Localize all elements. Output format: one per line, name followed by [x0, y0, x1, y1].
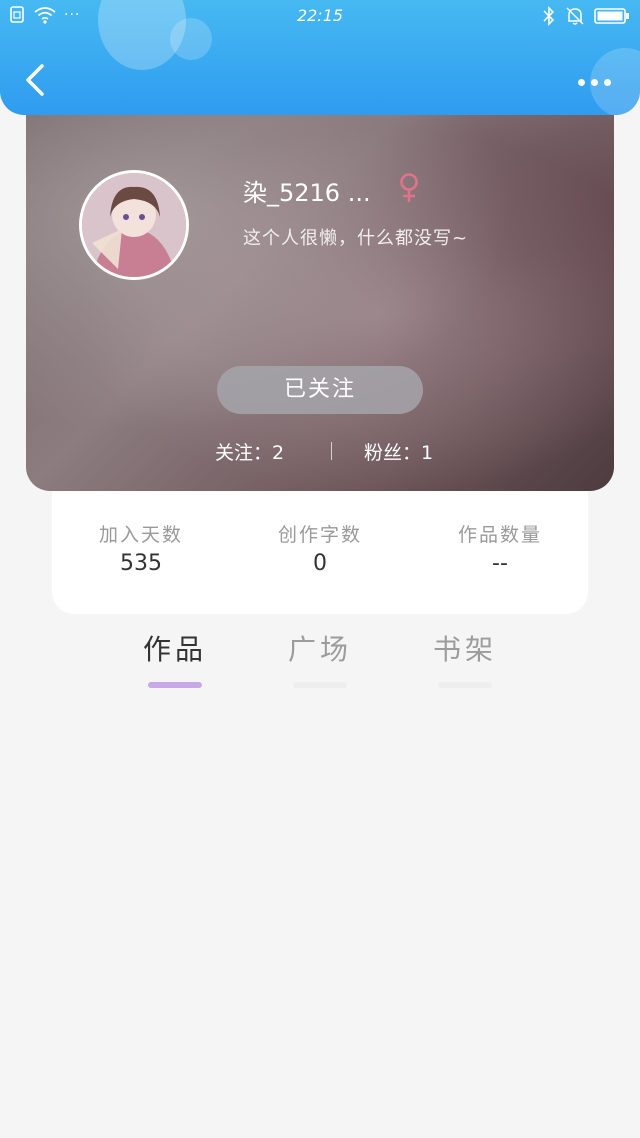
header-bar: ··· 22:15 — [0, 0, 640, 115]
stat-join-days: 加入天数 535 — [66, 520, 216, 576]
stat-label: 创作字数 — [277, 524, 362, 546]
following-count[interactable]: 关注：2 — [215, 438, 284, 465]
avatar[interactable] — [79, 170, 189, 280]
stat-value: 535 — [120, 551, 162, 576]
tab-label: 书架 — [432, 633, 497, 666]
more-options-button[interactable] — [578, 72, 614, 92]
stat-label: 作品数量 — [457, 524, 542, 546]
status-bar: ··· 22:15 — [0, 0, 640, 34]
stat-word-count: 创作字数 0 — [245, 520, 395, 576]
tab-square[interactable]: 广场 — [270, 628, 370, 688]
tab-indicator — [148, 682, 202, 688]
count-divider — [331, 442, 332, 460]
fans-count[interactable]: 粉丝：1 — [364, 438, 433, 465]
stat-value: 0 — [313, 551, 327, 576]
bluetooth-icon — [543, 6, 555, 26]
tab-works[interactable]: 作品 — [125, 628, 225, 688]
female-gender-icon — [400, 173, 418, 202]
user-bio: 这个人很懒，什么都没写~ — [243, 228, 469, 249]
avatar-image-icon — [82, 173, 186, 277]
tab-label: 作品 — [142, 633, 207, 666]
back-button[interactable] — [18, 60, 54, 100]
follow-button[interactable]: 已关注 — [217, 366, 423, 414]
bell-muted-icon — [566, 7, 584, 25]
more-dot-icon — [591, 78, 598, 86]
more-dot-icon — [578, 78, 585, 86]
profile-page: ··· 22:15 染_5216 ... 这个人很懒，什么都没写~ 已关注 关注… — [0, 0, 640, 1138]
tab-bookshelf[interactable]: 书架 — [415, 628, 515, 688]
chevron-left-icon — [26, 64, 44, 96]
more-dot-icon — [604, 78, 611, 86]
content-tabs: 作品 广场 书架 — [0, 628, 640, 692]
username: 染_5216 ... — [243, 179, 371, 207]
stats-panel: 加入天数 535 创作字数 0 作品数量 -- — [52, 480, 588, 614]
status-right — [542, 6, 630, 26]
profile-card: 染_5216 ... 这个人很懒，什么都没写~ 已关注 关注：2 粉丝：1 — [26, 96, 614, 491]
follow-counts: 关注：2 粉丝：1 — [26, 436, 614, 466]
stat-works-count: 作品数量 -- — [425, 520, 575, 576]
stat-value: -- — [492, 551, 508, 576]
tab-label: 广场 — [287, 633, 352, 666]
battery-icon — [594, 8, 629, 24]
stat-label: 加入天数 — [98, 524, 183, 546]
tab-indicator — [438, 682, 492, 688]
tab-indicator — [293, 682, 347, 688]
